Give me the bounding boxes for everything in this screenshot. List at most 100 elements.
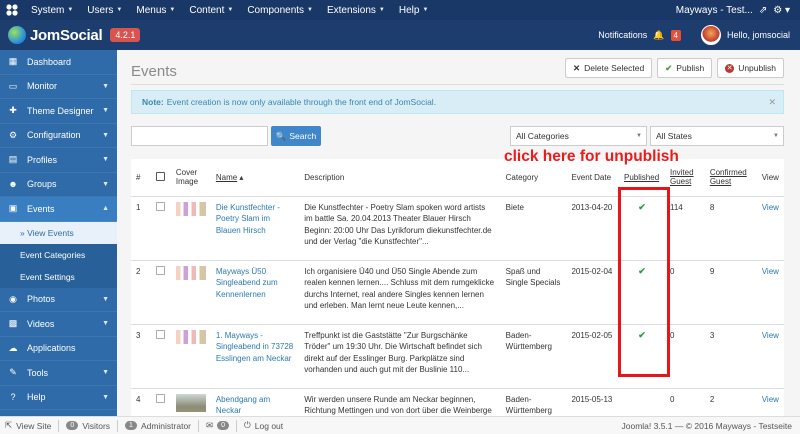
sidebar-item-groups[interactable]: ☻ Groups ▼: [0, 173, 117, 197]
delete-selected-button[interactable]: ✕ Delete Selected: [565, 58, 653, 78]
chevron-down-icon: ▼: [102, 320, 109, 328]
publish-button[interactable]: ✔ Publish: [657, 58, 713, 78]
col-header-num: #: [131, 159, 151, 197]
check-icon: ✔: [665, 62, 673, 73]
search-icon: 🔍: [275, 130, 287, 141]
col-header-confirmed[interactable]: Confirmed Guest: [704, 159, 757, 197]
select-all-checkbox[interactable]: [155, 171, 165, 181]
sidebar-item-photos[interactable]: ◉ Photos ▼: [0, 288, 117, 312]
event-name-link[interactable]: Abendgang am Neckar: [216, 395, 270, 416]
sidebar-item-videos[interactable]: ▩ Videos ▼: [0, 312, 117, 337]
event-name-link[interactable]: Mayways Ü50 Singleabend zum Kennenlernen: [216, 267, 278, 299]
footer-separator: [117, 419, 119, 432]
cover-image: [175, 201, 206, 216]
chevron-down-icon: ▼: [102, 107, 109, 115]
sort-icon: ▴: [239, 172, 244, 182]
sidebar-item-help[interactable]: ? Help ▼: [0, 386, 117, 410]
puzzle-icon: ✚: [9, 105, 17, 116]
row-checkbox[interactable]: [155, 265, 165, 275]
profile-icon: ▤: [8, 154, 18, 165]
messages-count-badge: 0: [217, 421, 230, 430]
view-link[interactable]: View: [762, 203, 779, 212]
event-name-link[interactable]: Die Kunstfechter - Poetry Slam im Blauen…: [216, 203, 280, 235]
unpublish-button[interactable]: ✕ Unpublish: [717, 58, 784, 78]
sidebar-item-dashboard[interactable]: ▦ Dashboard: [0, 50, 117, 75]
admin-count-badge: 1: [125, 421, 137, 430]
sidebar-item-theme-designer[interactable]: ✚ Theme Designer ▼: [0, 99, 117, 124]
col-header-view: View: [756, 159, 784, 197]
row-num: 3: [131, 324, 151, 389]
visitors-count-badge: 0: [66, 421, 79, 430]
user-greeting[interactable]: Hello, jomsocial: [727, 30, 790, 40]
menu-system[interactable]: System ▼: [24, 0, 80, 20]
table-row: 3 1. Mayways - Singleabend in 73728 Essl…: [131, 324, 784, 389]
logout-icon: ⏻: [244, 420, 251, 430]
external-link-icon: ⇗: [758, 4, 768, 16]
status-footer: ⇱ View Site 0 Visitors 1 Administrator ✉…: [0, 416, 800, 434]
sidebar-item-monitor[interactable]: ▭ Monitor ▼: [0, 75, 117, 99]
camera-icon: ◉: [9, 293, 17, 304]
close-icon: ✕: [573, 62, 581, 73]
state-filter-select[interactable]: All States ▼: [650, 126, 784, 146]
search-button[interactable]: 🔍 Search: [271, 126, 321, 146]
row-checkbox[interactable]: [155, 201, 165, 211]
sidebar-sub-event-categories[interactable]: Event Categories: [0, 243, 117, 266]
row-num: 2: [131, 260, 151, 325]
sidebar-item-tools[interactable]: ✎ Tools ▼: [0, 361, 117, 386]
annotation-highlight-box: [618, 187, 670, 377]
jomsocial-logo-icon: [8, 26, 26, 44]
menu-content[interactable]: Content ▼: [182, 0, 240, 20]
col-header-name[interactable]: Name ▴: [210, 159, 300, 197]
divider: [131, 84, 784, 85]
menu-components[interactable]: Components ▼: [240, 0, 320, 20]
notifications-count-badge[interactable]: 4: [670, 29, 681, 41]
event-date: 2015-02-05: [566, 324, 619, 389]
logout-link[interactable]: Log out: [255, 421, 283, 431]
top-menu: System ▼ Users ▼ Menus ▼ Content ▼ Component…: [24, 0, 435, 20]
gear-icon[interactable]: ⚙ ▾: [773, 5, 790, 16]
sidebar-item-events[interactable]: ▣ Events ▲: [0, 197, 117, 222]
sidebar-sub-view-events[interactable]: » View Events: [0, 221, 117, 244]
view-link[interactable]: View: [762, 267, 779, 276]
chevron-down-icon: ▼: [102, 131, 109, 139]
chevron-down-icon: ▼: [636, 133, 642, 139]
view-link[interactable]: View: [762, 331, 779, 340]
footer-copyright: Joomla! 3.5.1 — © 2016 Mayways - Testsei…: [621, 420, 792, 431]
category-filter-select[interactable]: All Categories ▼: [510, 126, 647, 146]
view-site-link[interactable]: View Site: [16, 421, 51, 431]
confirmed-count: 8: [704, 196, 757, 261]
wrench-icon: ✎: [9, 367, 17, 378]
chevron-up-icon: ▲: [102, 205, 109, 213]
bell-icon[interactable]: 🔔: [653, 30, 664, 41]
admin-label: Administrator: [140, 420, 192, 431]
sidebar-item-applications[interactable]: ☁ Applications: [0, 337, 117, 361]
sidebar-item-configuration[interactable]: ⚙ Configuration ▼: [0, 124, 117, 148]
avatar[interactable]: [700, 25, 721, 45]
menu-menus[interactable]: Menus ▼: [129, 0, 182, 20]
joomla-logo-icon[interactable]: [0, 0, 24, 20]
help-icon: ?: [10, 392, 16, 403]
site-name-link[interactable]: Mayways - Test...: [676, 5, 753, 16]
menu-users[interactable]: Users ▼: [80, 0, 129, 20]
event-name-link[interactable]: 1. Mayways - Singleabend in 73728 Esslin…: [216, 331, 293, 363]
table-row: 1 Die Kunstfechter - Poetry Slam im Blau…: [131, 196, 784, 261]
close-icon[interactable]: ✕: [768, 97, 776, 108]
event-category: Spaß und Single Specials: [500, 260, 567, 325]
row-num: 1: [131, 196, 151, 261]
cloud-icon: ☁: [8, 342, 18, 353]
col-header-description: Description: [299, 159, 501, 197]
invited-count: 0: [664, 260, 705, 325]
sidebar-item-profiles[interactable]: ▤ Profiles ▼: [0, 148, 117, 173]
envelope-icon[interactable]: ✉: [206, 420, 213, 431]
search-input[interactable]: [131, 126, 268, 146]
jomsocial-logo[interactable]: JomSocial: [8, 26, 103, 44]
row-checkbox[interactable]: [155, 329, 165, 339]
chevron-down-icon: ▼: [102, 295, 109, 303]
notifications-label[interactable]: Notifications: [598, 30, 647, 40]
jomsocial-header: JomSocial 4.2.1 Notifications 🔔 4 Hello,…: [0, 20, 800, 50]
menu-extensions[interactable]: Extensions ▼: [320, 0, 392, 20]
sidebar-sub-event-settings[interactable]: Event Settings: [0, 265, 117, 288]
view-link[interactable]: View: [762, 395, 779, 404]
row-checkbox[interactable]: [155, 393, 165, 403]
menu-help[interactable]: Help ▼: [392, 0, 436, 20]
